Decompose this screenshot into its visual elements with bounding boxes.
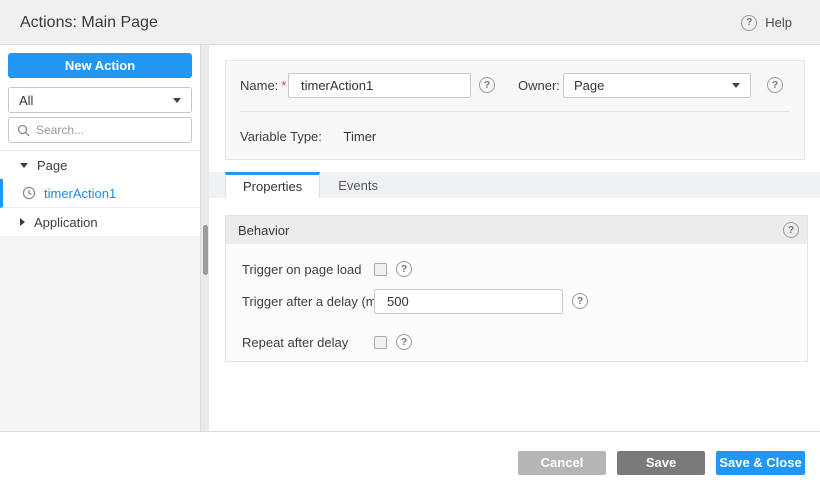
save-button[interactable]: Save xyxy=(617,451,705,475)
name-owner-row: Name:* Owner:* Page xyxy=(226,73,804,99)
tab-events[interactable]: Events xyxy=(320,172,396,198)
page-title: Actions: Main Page xyxy=(20,14,158,31)
behavior-panel: Behavior Trigger on page load Trigger af… xyxy=(225,215,808,362)
sidebar-empty-area xyxy=(0,236,200,431)
chevron-down-icon xyxy=(732,83,740,88)
trigger-delay-row: Trigger after a delay (millisec… xyxy=(242,288,797,314)
tree-node-page[interactable]: Page xyxy=(0,151,200,179)
editor-tabstrip: Properties Events xyxy=(209,172,820,198)
behavior-panel-title: Behavior xyxy=(238,222,290,238)
dialog-header: Actions: Main Page Help xyxy=(0,0,820,45)
owner-help-icon[interactable] xyxy=(767,77,783,93)
action-editor: Name:* Owner:* Page Variable Type: Timer… xyxy=(209,45,820,431)
help-button[interactable]: Help xyxy=(741,0,792,45)
repeat-after-delay-checkbox[interactable] xyxy=(374,335,387,349)
help-icon xyxy=(741,14,758,31)
tree-node-application[interactable]: Application xyxy=(0,208,200,237)
owner-select[interactable]: Page xyxy=(563,73,751,98)
name-help-icon[interactable] xyxy=(479,77,495,93)
filter-dropdown-value: All xyxy=(19,92,34,108)
trigger-delay-help-icon[interactable] xyxy=(572,293,588,309)
dialog-footer: Cancel Save Save & Close xyxy=(0,431,820,490)
behavior-panel-header: Behavior xyxy=(226,216,807,244)
actions-dialog: Actions: Main Page Help New Action All P… xyxy=(0,0,820,490)
tree-node-label: Application xyxy=(34,214,98,230)
trigger-delay-label: Trigger after a delay (millisec… xyxy=(242,293,374,309)
chevron-down-icon xyxy=(173,97,181,103)
action-summary-panel: Name:* Owner:* Page Variable Type: Timer xyxy=(225,60,805,160)
tree-node-label: timerAction1 xyxy=(44,185,117,201)
actions-tree: Page timerAction1 Application xyxy=(0,150,200,237)
name-label: Name: * xyxy=(240,78,287,93)
clock-icon xyxy=(22,186,36,200)
repeat-after-delay-help-icon[interactable] xyxy=(396,334,412,350)
owner-select-value: Page xyxy=(574,78,605,93)
actions-sidebar: New Action All Page timerAction1 xyxy=(0,45,200,431)
name-input[interactable] xyxy=(288,73,471,98)
trigger-on-page-load-label: Trigger on page load xyxy=(242,261,362,277)
panel-divider xyxy=(240,111,790,112)
sidebar-scrollbar-track[interactable] xyxy=(200,45,209,431)
new-action-button[interactable]: New Action xyxy=(8,53,192,78)
trigger-on-page-load-row: Trigger on page load xyxy=(242,256,797,282)
variable-type-row: Variable Type: Timer xyxy=(240,124,376,150)
behavior-help-icon[interactable] xyxy=(783,222,799,238)
search-box xyxy=(8,117,192,143)
trigger-on-page-load-help-icon[interactable] xyxy=(396,261,412,277)
tree-node-timer-action[interactable]: timerAction1 xyxy=(0,179,200,208)
search-icon xyxy=(17,124,30,136)
variable-type-label: Variable Type: xyxy=(240,129,322,144)
caret-right-icon[interactable] xyxy=(20,218,25,226)
search-input[interactable] xyxy=(36,123,183,137)
sidebar-scrollbar-thumb[interactable] xyxy=(203,225,208,275)
save-and-close-button[interactable]: Save & Close xyxy=(716,451,805,475)
owner-label: Owner:* xyxy=(518,73,568,99)
required-marker: * xyxy=(281,78,287,93)
repeat-after-delay-row: Repeat after delay xyxy=(242,329,797,355)
cancel-button[interactable]: Cancel xyxy=(518,451,606,475)
help-label: Help xyxy=(765,15,792,30)
tab-properties[interactable]: Properties xyxy=(225,172,321,198)
repeat-after-delay-label: Repeat after delay xyxy=(242,334,349,350)
filter-dropdown[interactable]: All xyxy=(8,87,192,113)
variable-type-value: Timer xyxy=(343,129,377,144)
caret-down-icon[interactable] xyxy=(20,162,28,168)
trigger-delay-input[interactable] xyxy=(374,288,563,314)
trigger-on-page-load-checkbox[interactable] xyxy=(374,262,387,276)
tree-node-label: Page xyxy=(37,157,68,173)
